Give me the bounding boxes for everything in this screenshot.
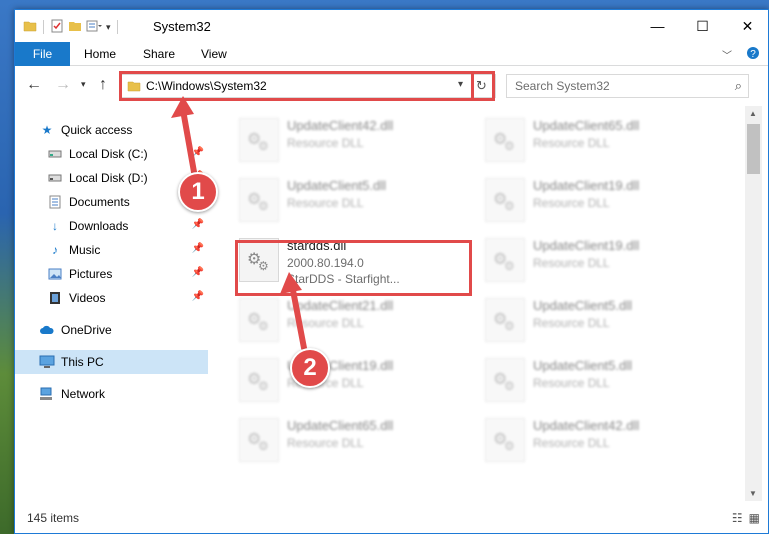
annotation-overlay xyxy=(171,96,307,351)
step-1-badge: 1 xyxy=(178,172,218,212)
arrow-2-icon xyxy=(280,272,307,351)
arrow-1-icon xyxy=(171,96,197,175)
step-2-badge: 2 xyxy=(290,348,330,388)
